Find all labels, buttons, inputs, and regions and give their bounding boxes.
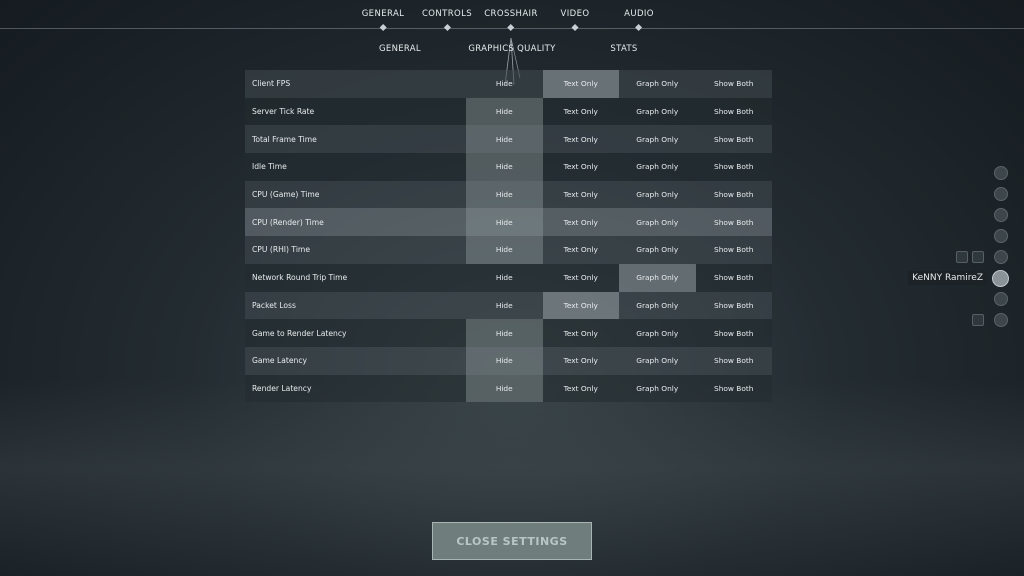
stat-option-graph-only[interactable]: Graph Only bbox=[619, 347, 696, 375]
stat-option-hide[interactable]: Hide bbox=[466, 236, 543, 264]
stat-option-text-only[interactable]: Text Only bbox=[543, 236, 620, 264]
stat-label: Client FPS bbox=[252, 79, 291, 89]
stat-label: Game to Render Latency bbox=[252, 328, 347, 338]
stat-row: Server Tick Rate Hide Text Only Graph Only S… bbox=[245, 97, 773, 126]
stat-option-graph-only[interactable]: Graph Only bbox=[619, 153, 696, 181]
stat-row: CPU (Render) Time Hide Text Only Graph Only… bbox=[245, 208, 773, 237]
stat-option-graph-only[interactable]: Graph Only bbox=[619, 181, 696, 209]
stat-option-show-both[interactable]: Show Both bbox=[696, 347, 773, 375]
party-invite-icon[interactable] bbox=[956, 251, 968, 263]
stat-option-text-only[interactable]: Text Only bbox=[542, 291, 619, 320]
subtab-stats[interactable]: STATS bbox=[610, 44, 637, 54]
stat-option-hide[interactable]: Hide bbox=[466, 125, 543, 154]
stat-option-graph-only[interactable]: Graph Only bbox=[619, 375, 696, 403]
stat-option-show-both[interactable]: Show Both bbox=[696, 236, 773, 264]
stat-row: Idle Time Hide Text Only Graph Only Show Bot… bbox=[245, 153, 772, 181]
subtab-graphics-quality[interactable]: GRAPHICS QUALITY bbox=[468, 44, 555, 54]
stat-label: Render Latency bbox=[252, 383, 312, 393]
stat-label: Idle Time bbox=[252, 162, 287, 172]
stat-option-hide[interactable]: Hide bbox=[466, 374, 543, 403]
stat-label: CPU (RHI) Time bbox=[252, 245, 311, 255]
stat-option-text-only[interactable]: Text Only bbox=[542, 70, 619, 98]
friend-avatar[interactable] bbox=[994, 250, 1008, 264]
mute-icon[interactable] bbox=[972, 251, 984, 263]
stat-option-show-both[interactable]: Show Both bbox=[696, 319, 773, 347]
stat-row: Packet Loss Hide Text Only Graph Only Show B… bbox=[245, 291, 773, 320]
stat-option-hide[interactable]: Hide bbox=[466, 97, 543, 126]
stat-label: CPU (Game) Time bbox=[252, 190, 320, 200]
player-avatar[interactable] bbox=[992, 270, 1009, 287]
stats-table: Client FPS Hide Text Only Graph Only Show Bo… bbox=[245, 70, 773, 403]
stat-option-show-both[interactable]: Show Both bbox=[696, 208, 773, 236]
friend-avatar[interactable] bbox=[994, 313, 1008, 327]
stat-option-text-only[interactable]: Text Only bbox=[543, 319, 620, 347]
stat-row: Game Latency Hide Text Only Graph Only Show … bbox=[245, 346, 773, 375]
stat-option-text-only[interactable]: Text Only bbox=[543, 375, 620, 403]
stat-option-hide[interactable]: Hide bbox=[466, 153, 543, 181]
stat-option-graph-only[interactable]: Graph Only bbox=[619, 319, 696, 347]
stat-option-text-only[interactable]: Text Only bbox=[543, 125, 620, 153]
sub-nav: GENERAL GRAPHICS QUALITY STATS bbox=[0, 44, 1024, 58]
stat-option-hide[interactable]: Hide bbox=[466, 70, 543, 98]
stat-label: Network Round Trip Time bbox=[252, 273, 348, 283]
stat-option-show-both[interactable]: Show Both bbox=[696, 264, 773, 292]
stat-row: CPU (RHI) Time Hide Text Only Graph Only Sho… bbox=[245, 236, 772, 264]
stat-option-text-only[interactable]: Text Only bbox=[543, 208, 620, 236]
stat-option-text-only[interactable]: Text Only bbox=[543, 347, 620, 375]
stat-option-hide[interactable]: Hide bbox=[466, 180, 543, 209]
stat-label: Game Latency bbox=[252, 356, 308, 366]
friend-avatar[interactable] bbox=[994, 208, 1008, 222]
stat-option-show-both[interactable]: Show Both bbox=[696, 181, 773, 209]
friend-avatar[interactable] bbox=[994, 229, 1008, 243]
stat-option-hide[interactable]: Hide bbox=[466, 264, 543, 292]
stat-label: Packet Loss bbox=[252, 300, 296, 310]
stat-option-text-only[interactable]: Text Only bbox=[543, 181, 620, 209]
friend-avatar[interactable] bbox=[994, 292, 1008, 306]
stat-option-graph-only[interactable]: Graph Only bbox=[619, 292, 696, 320]
stat-option-show-both[interactable]: Show Both bbox=[696, 125, 773, 153]
stat-option-show-both[interactable]: Show Both bbox=[696, 98, 773, 126]
stat-row: Network Round Trip Time Hide Text Only Grap… bbox=[245, 263, 773, 292]
stat-option-hide[interactable]: Hide bbox=[466, 292, 543, 320]
stat-option-show-both[interactable]: Show Both bbox=[696, 70, 773, 98]
stat-option-graph-only[interactable]: Graph Only bbox=[619, 236, 696, 264]
stat-option-graph-only[interactable]: Graph Only bbox=[619, 125, 696, 153]
stat-option-show-both[interactable]: Show Both bbox=[696, 375, 773, 403]
stat-row: CPU (Game) Time Hide Text Only Graph Only Sh… bbox=[245, 180, 773, 209]
close-settings-button[interactable]: CLOSE SETTINGS bbox=[432, 522, 592, 560]
friend-avatar[interactable] bbox=[994, 166, 1008, 180]
stat-option-hide[interactable]: Hide bbox=[466, 346, 543, 375]
friend-avatar[interactable] bbox=[994, 187, 1008, 201]
stat-option-text-only[interactable]: Text Only bbox=[543, 98, 620, 126]
stat-row: Game to Render Latency Hide Text Only Graph… bbox=[245, 319, 772, 347]
stat-option-text-only[interactable]: Text Only bbox=[543, 264, 620, 292]
stat-option-text-only[interactable]: Text Only bbox=[543, 153, 620, 181]
stat-label: CPU (Render) Time bbox=[252, 217, 324, 227]
stat-option-hide[interactable]: Hide bbox=[466, 208, 543, 237]
stat-label: Total Frame Time bbox=[252, 134, 317, 144]
stat-option-show-both[interactable]: Show Both bbox=[696, 153, 773, 181]
subtab-general[interactable]: GENERAL bbox=[379, 44, 421, 54]
stat-row: Total Frame Time Hide Text Only Graph Only S… bbox=[245, 125, 773, 154]
stat-option-show-both[interactable]: Show Both bbox=[696, 292, 773, 320]
player-name-tag: KeNNY RamireZ bbox=[908, 271, 987, 285]
stat-option-graph-only[interactable]: Graph Only bbox=[619, 98, 696, 126]
party-invite-icon[interactable] bbox=[972, 314, 984, 326]
stat-option-graph-only[interactable]: Graph Only bbox=[619, 208, 696, 236]
stat-row: Client FPS Hide Text Only Graph Only Show Bo… bbox=[245, 70, 772, 98]
stat-row: Render Latency Hide Text Only Graph Only Sho… bbox=[245, 374, 773, 403]
stat-option-graph-only[interactable]: Graph Only bbox=[619, 263, 696, 292]
stat-option-graph-only[interactable]: Graph Only bbox=[619, 70, 696, 98]
stat-option-hide[interactable]: Hide bbox=[466, 319, 543, 347]
stat-label: Server Tick Rate bbox=[252, 107, 315, 117]
